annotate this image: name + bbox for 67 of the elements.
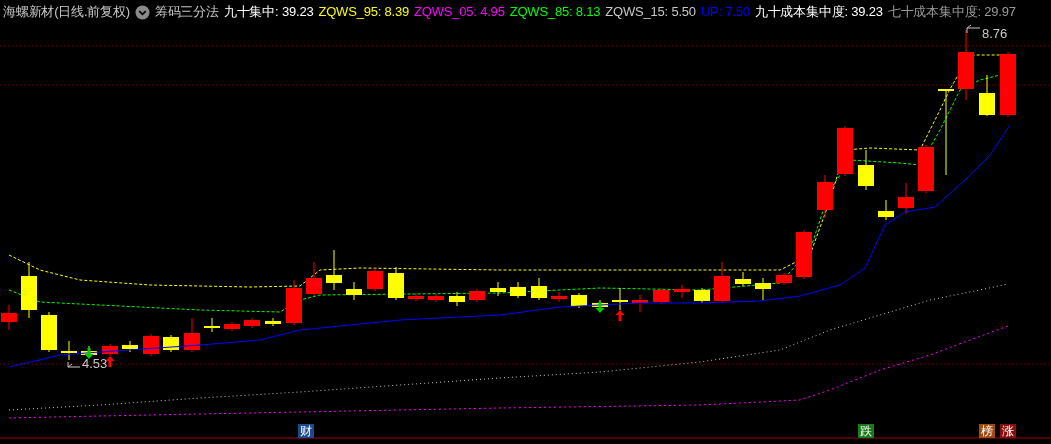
legend-value: 九十集中: 39.23 <box>223 3 314 22</box>
candlestick <box>326 249 342 291</box>
candlestick <box>367 267 383 292</box>
legend-value: 九十成本集中度: 39.23 <box>754 3 883 22</box>
leader-line <box>966 24 981 34</box>
candlestick <box>449 291 465 307</box>
candlestick <box>1000 51 1016 118</box>
candlestick <box>755 277 771 301</box>
candlestick <box>306 261 322 297</box>
candlestick <box>571 292 587 309</box>
candlestick <box>428 293 444 303</box>
candlestick <box>878 199 894 221</box>
candlestick <box>653 287 669 305</box>
candlestick <box>61 340 77 361</box>
high-price-label: 8.76 <box>982 26 1008 41</box>
up-arrow-icon <box>105 356 115 367</box>
low-price-label: 4.53 <box>82 356 108 371</box>
candlestick <box>224 321 240 332</box>
leader-line <box>67 361 81 368</box>
candlestick <box>735 271 751 287</box>
event-marker[interactable]: 涨 <box>1000 424 1016 438</box>
candlestick <box>122 340 138 353</box>
legend-value: ZQWS_85: 8.13 <box>509 3 601 22</box>
candlestick <box>858 149 874 191</box>
event-marker[interactable]: 财 <box>298 424 314 438</box>
candlestick <box>265 317 281 327</box>
legend-value: ZQWS_15: 5.50 <box>605 3 696 22</box>
candlestick <box>204 317 220 333</box>
candlestick <box>958 29 974 101</box>
indicator-name[interactable]: 筹码三分法 <box>154 2 219 22</box>
candlestick <box>21 261 37 319</box>
candlestick <box>817 174 833 219</box>
candlestick <box>551 291 567 303</box>
candlestick <box>694 287 710 304</box>
candlestick <box>898 182 914 215</box>
candlestick <box>714 261 730 303</box>
candlestick <box>286 279 302 326</box>
legend-value: UP: 7.50 <box>700 3 750 22</box>
candlestick <box>918 144 934 194</box>
candlestick <box>408 292 424 302</box>
candlestick <box>1 304 17 331</box>
candlestick <box>102 343 118 357</box>
event-marker[interactable]: 榜 <box>979 424 995 438</box>
candlestick <box>612 287 628 311</box>
candlestick <box>490 281 506 297</box>
candlestick <box>163 334 179 353</box>
event-marker[interactable]: 跌 <box>858 424 874 438</box>
candlestick <box>510 281 526 299</box>
candlestick <box>837 125 853 177</box>
dropdown-icon[interactable] <box>134 4 150 20</box>
candlestick <box>388 266 404 301</box>
candlestick <box>346 281 362 301</box>
up-arrow-icon <box>615 310 625 321</box>
legend-value: ZQWS_05: 4.95 <box>414 3 505 22</box>
legend-value: 七十成本集中度: 29.97 <box>887 3 1016 22</box>
legend-value: ZQWS_95: 8.39 <box>318 3 410 22</box>
candlestick <box>979 74 995 117</box>
candlestick <box>244 317 260 329</box>
candlestick <box>41 311 57 353</box>
candlestick <box>796 229 812 280</box>
candlestick <box>469 288 485 303</box>
candlestick <box>632 294 648 313</box>
stock-title: 海螺新材(日线.前复权) <box>3 3 130 22</box>
candlestick <box>776 272 792 286</box>
candlestick <box>184 317 200 353</box>
candlestick <box>531 277 547 301</box>
candlestick <box>674 284 690 299</box>
